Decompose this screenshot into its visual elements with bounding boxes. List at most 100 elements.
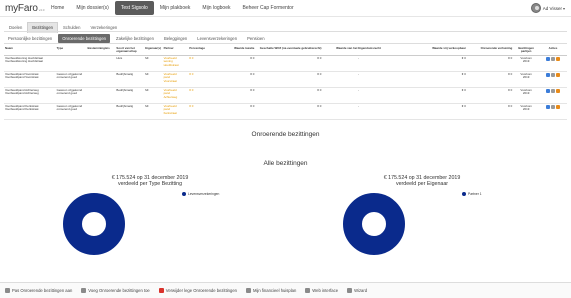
edit-assets-button[interactable]: Pas Onroerende bezittingen aan <box>5 288 72 293</box>
chart1-legend-label[interactable]: Levensverzekeringen <box>188 192 219 196</box>
edit-icon[interactable] <box>551 56 556 61</box>
col-vrij-verkoopbaar[interactable]: Waarde vrij verkoopbaar <box>394 46 467 56</box>
financial-plan-label: Mijn financieel huisplan <box>253 288 297 293</box>
cell-bestemming <box>86 87 116 104</box>
tab-pensioen[interactable]: Pensioen <box>243 34 268 43</box>
col-naam[interactable]: Naam <box>4 46 56 56</box>
chart2-title-block: € 175.524 op 31 december 2019 verdeeld p… <box>357 175 487 187</box>
nav-mijn-dossier[interactable]: Mijn dossier(s) <box>70 1 115 15</box>
delete-icon[interactable] <box>556 104 561 109</box>
financial-plan-button[interactable]: Mijn financieel huisplan <box>246 288 296 293</box>
col-woz[interactable]: Geschatte WOZ (na eventuele gebruiksrech… <box>255 46 323 56</box>
nav-test-sigsolo[interactable]: Test Sigsolo <box>114 1 154 15</box>
delete-empty-assets-button[interactable]: Verwijder lege Onroerende bezittingen <box>158 288 237 293</box>
brand-name: myFaro <box>5 2 38 14</box>
col-partner[interactable]: Partner <box>162 46 189 56</box>
chart2-legend-label[interactable]: Partner 1 <box>468 192 482 196</box>
avatar <box>530 3 541 13</box>
cell-percentage: € 0 <box>188 87 225 104</box>
cell-soort: Bedrijfsmatig <box>115 71 145 88</box>
cell-eigendomsrecht: - <box>322 55 395 72</box>
cell-partner-3: Achterweg <box>163 95 178 99</box>
col-eigenaar[interactable]: Eigenaar(s) <box>144 46 163 56</box>
chart1-donut <box>63 193 125 255</box>
col-percentage[interactable]: Percentage <box>188 46 225 56</box>
col-taxatie[interactable]: Waarde taxatie <box>224 46 256 56</box>
table-row[interactable]: Voorbeeldpand Achterweg Voorbeeldpand Ach… <box>4 87 567 104</box>
col-eigendomsrecht[interactable]: Waarde van het Eigendomsrecht <box>322 46 395 56</box>
delete-icon[interactable] <box>556 72 561 77</box>
tab-persoonlijke-bezittingen[interactable]: Persoonlijke bezittingen <box>4 34 56 43</box>
view-icon[interactable] <box>546 56 551 61</box>
cell-partijen-2: 2019 <box>522 59 530 64</box>
edit-icon <box>5 288 10 293</box>
nav-mijn-logboek[interactable]: Mijn logboek <box>196 1 236 15</box>
col-acties: Acties <box>539 46 567 56</box>
cell-partijen-2: 2019 <box>522 75 530 80</box>
cell-woz: € 0 <box>255 71 323 88</box>
pie-slice-partner-1[interactable] <box>343 193 405 255</box>
table-row[interactable]: Voorbeeldpand Voorstraat Voorbeeldpand Vo… <box>4 71 567 88</box>
view-icon[interactable] <box>546 104 551 109</box>
cell-taxatie: € 0 <box>224 103 256 120</box>
cell-bestemming <box>86 55 116 72</box>
cell-bestemming <box>86 103 116 120</box>
col-type[interactable]: Type <box>55 46 87 56</box>
tab-levensverzekeringen[interactable]: Levensverzekeringen <box>193 34 241 43</box>
cell-soort: Bedrijfsmatig <box>115 87 145 104</box>
action-bar: Pas Onroerende bezittingen aan Voeg Onro… <box>0 282 571 298</box>
user-menu[interactable]: Ad Visser ▾ <box>530 3 565 13</box>
cell-vrij-verkoopbaar: € 0 <box>394 87 467 104</box>
cell-type: Gewoon vrijgekomd onroerend goed <box>55 103 87 120</box>
chart-icon <box>246 288 251 293</box>
edit-icon[interactable] <box>551 104 556 109</box>
cell-partner-3: Hoofdstraat <box>163 63 179 67</box>
view-icon[interactable] <box>546 88 551 93</box>
table-row[interactable]: Voorbeeldpand Kerkstraat Voorbeeldpand Ke… <box>4 103 567 120</box>
wizard-button[interactable]: Wizard <box>347 288 367 293</box>
table-row[interactable]: Voorbeeldwoning Hoofdstraat Voorbeeldwoni… <box>4 55 567 72</box>
col-verhuizing[interactable]: Onroerende verhuizing <box>466 46 514 56</box>
cell-vrij-verkoopbaar: € 0 <box>394 55 467 72</box>
legend-swatch <box>462 192 466 196</box>
web-interface-label: Web interface <box>312 288 339 293</box>
tab-onroerende-bezittingen[interactable]: Onroerende bezittingen <box>58 34 111 43</box>
cell-type: Gewoon vrijgekomd onroerend goed <box>55 71 87 88</box>
cell-woz: € 0 <box>255 55 323 72</box>
col-soort[interactable]: Soort van het eigenaarschap <box>115 46 145 56</box>
add-asset-button[interactable]: Voeg Onroerende bezittingen toe <box>81 288 150 293</box>
cell-soort: Huis <box>115 55 145 72</box>
nav-beheer[interactable]: Beheer Cap Formentor <box>236 1 299 15</box>
edit-icon[interactable] <box>551 88 556 93</box>
cell-type <box>55 55 87 72</box>
view-icon[interactable] <box>546 72 551 77</box>
chart1-subtitle: verdeeld per Type Bezitting <box>117 181 183 187</box>
col-partijen[interactable]: Bezittingen partijen <box>513 46 540 56</box>
edit-icon[interactable] <box>551 72 556 77</box>
col-bestemming[interactable]: Bestemming/eis <box>86 46 116 56</box>
tab-beleggingen[interactable]: Beleggingen <box>160 34 191 43</box>
web-interface-button[interactable]: Web interface <box>305 288 338 293</box>
cell-percentage: € 0 <box>188 71 225 88</box>
pie-slice-levensverzekeringen[interactable] <box>63 193 125 255</box>
cell-eigendomsrecht: - <box>322 87 395 104</box>
divider <box>4 43 567 44</box>
assets-table: Naam Type Bestemming/eis Soort van het e… <box>4 46 567 120</box>
delete-icon[interactable] <box>556 88 561 93</box>
cell-partijen-2: 2019 <box>522 91 530 96</box>
nav-home[interactable]: Home <box>45 1 70 15</box>
cell-taxatie: € 0 <box>224 71 256 88</box>
cell-verhuizing: € 0 <box>466 103 514 120</box>
cell-woz: € 0 <box>255 87 323 104</box>
logo[interactable]: myFaro v4.0 <box>5 2 44 14</box>
trash-icon <box>158 288 164 293</box>
chart1-legend: Levensverzekeringen <box>182 192 219 196</box>
cell-naam-sub: Voorbeeldpand Achterweg <box>5 91 39 96</box>
chevron-down-icon: ▾ <box>562 5 565 11</box>
cell-naam-sub: Voorbeeldpand Voorstraat <box>5 75 39 80</box>
tab-zakelijke-bezittingen[interactable]: Zakelijke bezittingen <box>112 34 158 43</box>
delete-icon[interactable] <box>556 56 561 61</box>
nav-mijn-plakboek[interactable]: Mijn plakboek <box>154 1 197 15</box>
chart1-title-block: € 175.524 op 31 december 2019 verdeeld p… <box>85 175 215 187</box>
wand-icon <box>347 288 353 293</box>
